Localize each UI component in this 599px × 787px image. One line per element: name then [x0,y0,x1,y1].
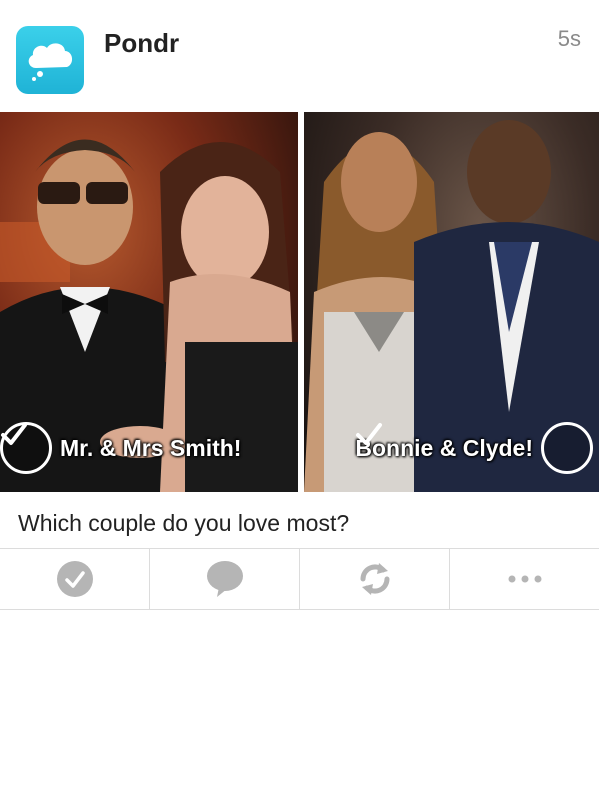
post-header: Pondr 5s [0,0,599,112]
poll-option-left-row: Mr. & Mrs Smith! [0,422,241,474]
repost-button[interactable] [300,549,450,609]
comment-button[interactable] [150,549,300,609]
vote-check-right[interactable] [356,422,593,474]
poll-option-left[interactable]: Mr. & Mrs Smith! [0,112,298,492]
vote-button[interactable] [0,549,150,609]
poll-option-label-left: Mr. & Mrs Smith! [60,434,242,461]
poll-question: Which couple do you love most? [18,510,350,536]
app-icon[interactable] [16,26,84,94]
more-dots-icon [508,575,541,583]
poll-options: Mr. & Mrs Smith! Bonnie & Clyde! [0,112,599,492]
vote-check-left[interactable] [0,422,52,474]
check-icon [56,561,93,597]
poll-option-right-row: Bonnie & Clyde! [355,422,593,474]
poll-option-right[interactable]: Bonnie & Clyde! [304,112,599,492]
check-icon [1,423,27,445]
more-button[interactable] [450,549,599,609]
action-bar [0,548,599,610]
post-timestamp: 5s [557,26,581,51]
refresh-icon [359,563,390,595]
check-icon [356,423,383,445]
cloud-icon [28,43,73,81]
speech-bubble-icon [206,561,243,597]
app-name: Pondr [104,28,180,58]
